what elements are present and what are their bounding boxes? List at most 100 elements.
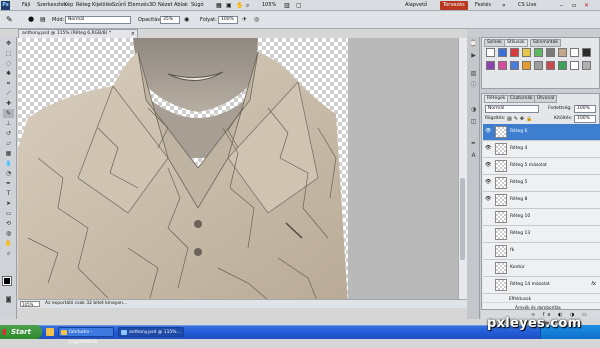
tab-layers[interactable]: Rétegek: [484, 95, 509, 103]
menu-layer[interactable]: Réteg: [76, 0, 91, 11]
canvas-scroll-thumb[interactable]: [460, 178, 465, 260]
layer-name[interactable]: Réteg 5 másolat: [510, 163, 547, 169]
style-swatch[interactable]: [534, 48, 543, 57]
screen-mode-icon[interactable]: ▢: [296, 0, 302, 11]
hand-tool-icon[interactable]: ✋: [236, 0, 243, 11]
style-swatch[interactable]: [486, 61, 495, 70]
3d-orbit-tool-icon[interactable]: ◍: [3, 229, 14, 238]
layer-name[interactable]: Kontúr: [510, 265, 525, 271]
layer-name[interactable]: Réteg 6: [510, 129, 527, 135]
layer-name[interactable]: Réteg 8: [510, 197, 527, 203]
gradient-tool-icon[interactable]: ▦: [3, 149, 14, 158]
move-tool-icon[interactable]: ✥: [3, 39, 14, 48]
3d-rotate-tool-icon[interactable]: ⟲: [3, 219, 14, 228]
layer-visibility-eye-icon[interactable]: [485, 248, 491, 253]
lock-icons[interactable]: ▨✎✥🔒: [507, 116, 534, 122]
workspace-painting[interactable]: Festés: [472, 1, 494, 10]
zoom-level[interactable]: 105%: [262, 0, 276, 11]
hand-tool-icon[interactable]: ✋: [3, 239, 14, 248]
marquee-tool-icon[interactable]: ⬚: [3, 49, 14, 58]
taskbar-item-photoshop[interactable]: anthony.psd @ 115%...: [118, 327, 184, 337]
history-brush-tool-icon[interactable]: ↺: [3, 129, 14, 138]
status-zoom-input[interactable]: 105%: [20, 301, 40, 307]
layer-row[interactable]: 👁 Réteg 6: [483, 124, 600, 141]
clone-stamp-tool-icon[interactable]: ⊥: [3, 119, 14, 128]
menu-edit[interactable]: Szerkesztés: [37, 0, 67, 11]
canvas-area[interactable]: [18, 38, 458, 306]
opacity-input[interactable]: 35%: [160, 16, 180, 24]
menu-view[interactable]: Nézet: [158, 0, 172, 11]
bridge-icon[interactable]: ▦: [216, 0, 222, 11]
brush-tool-icon[interactable]: ✎: [3, 109, 14, 118]
healing-brush-tool-icon[interactable]: ✚: [3, 99, 14, 108]
more-workspaces-icon[interactable]: »: [502, 0, 506, 11]
crop-tool-icon[interactable]: ⌗: [3, 79, 14, 88]
close-document-icon[interactable]: ×: [131, 30, 135, 38]
quick-select-tool-icon[interactable]: ✱: [3, 69, 14, 78]
layer-visibility-eye-icon[interactable]: [485, 231, 491, 236]
style-swatch[interactable]: [486, 48, 495, 57]
info-panel-icon[interactable]: ⓘ: [469, 82, 478, 90]
eraser-tool-icon[interactable]: ▱: [3, 139, 14, 148]
layer-row[interactable]: Réteg 14 másolat fx: [483, 277, 600, 294]
adjustments-panel-icon[interactable]: ◑: [469, 106, 478, 114]
style-swatch[interactable]: [546, 61, 555, 70]
flow-input[interactable]: 100%: [218, 16, 238, 24]
menu-analysis[interactable]: Elemzés: [128, 0, 149, 11]
character-panel-icon[interactable]: A: [469, 152, 478, 160]
style-swatch[interactable]: [558, 48, 567, 57]
layer-name[interactable]: Réteg 10: [510, 214, 530, 220]
menu-window[interactable]: Ablak: [174, 0, 188, 11]
style-swatch[interactable]: [510, 61, 519, 70]
type-tool-icon[interactable]: T: [3, 189, 14, 198]
menu-image[interactable]: Kép: [64, 0, 73, 11]
eyedropper-tool-icon[interactable]: ⟋: [3, 89, 14, 98]
navigator-panel-icon[interactable]: ▧: [469, 70, 478, 78]
tab-paths[interactable]: Útvonal: [534, 95, 558, 103]
layer-row[interactable]: Réteg 13: [483, 226, 600, 243]
style-swatch[interactable]: [534, 61, 543, 70]
close-icon[interactable]: ✕: [584, 0, 589, 11]
style-swatch[interactable]: [570, 48, 579, 57]
layer-row[interactable]: 👁 Réteg 8: [483, 192, 600, 209]
layer-row[interactable]: Kontúr: [483, 260, 600, 277]
menu-select[interactable]: Kijelölés: [92, 0, 113, 11]
lasso-tool-icon[interactable]: ◌: [3, 59, 14, 68]
brush-preset-icon[interactable]: ✎: [6, 15, 13, 24]
layer-row[interactable]: Réteg 10: [483, 209, 600, 226]
layer-visibility-eye-icon[interactable]: [485, 214, 491, 219]
tab-swatches[interactable]: Színminták: [530, 39, 561, 47]
menu-file[interactable]: Fájl: [22, 0, 30, 11]
style-swatch[interactable]: [558, 61, 567, 70]
layer-name[interactable]: fk: [510, 248, 514, 254]
brush-size-icon[interactable]: ●: [28, 15, 34, 23]
mini-bridge-icon[interactable]: ▣: [226, 0, 232, 11]
document-image[interactable]: [18, 38, 348, 306]
brush-panel-icon[interactable]: ▤: [40, 16, 46, 23]
foreground-color-swatch[interactable]: [2, 276, 12, 286]
layer-blend-mode-select[interactable]: Normál: [485, 105, 539, 113]
canvas-vertical-scrollbar[interactable]: [458, 38, 467, 306]
quick-mask-icon[interactable]: ◙: [3, 295, 14, 304]
style-swatch[interactable]: [498, 61, 507, 70]
layer-visibility-eye-icon[interactable]: [485, 265, 491, 270]
quicklaunch-folder-icon[interactable]: [46, 328, 54, 336]
tab-channels[interactable]: Csatornák: [507, 95, 536, 103]
menu-3d[interactable]: 3D: [149, 0, 156, 11]
layer-visibility-eye-icon[interactable]: 👁: [485, 197, 491, 202]
layer-visibility-eye-icon[interactable]: 👁: [485, 163, 491, 168]
style-swatch[interactable]: [522, 48, 531, 57]
menu-filter[interactable]: Szűrő: [112, 0, 126, 11]
path-selection-tool-icon[interactable]: ➤: [3, 199, 14, 208]
tab-color[interactable]: Színek: [484, 39, 505, 47]
style-swatch[interactable]: [582, 48, 591, 57]
layer-name[interactable]: Réteg 4: [510, 146, 527, 152]
layer-name[interactable]: Réteg 13: [510, 231, 530, 237]
workspace-essentials[interactable]: Alapvető: [402, 1, 430, 10]
layer-row[interactable]: 👁 Réteg 5: [483, 175, 600, 192]
cslive-button[interactable]: CS Live: [518, 0, 536, 11]
history-panel-icon[interactable]: ⌚: [469, 40, 478, 48]
layer-name[interactable]: Réteg 14 másolat: [510, 282, 550, 288]
paths-panel-icon[interactable]: ✒: [469, 140, 478, 148]
layer-row[interactable]: fk: [483, 243, 600, 260]
